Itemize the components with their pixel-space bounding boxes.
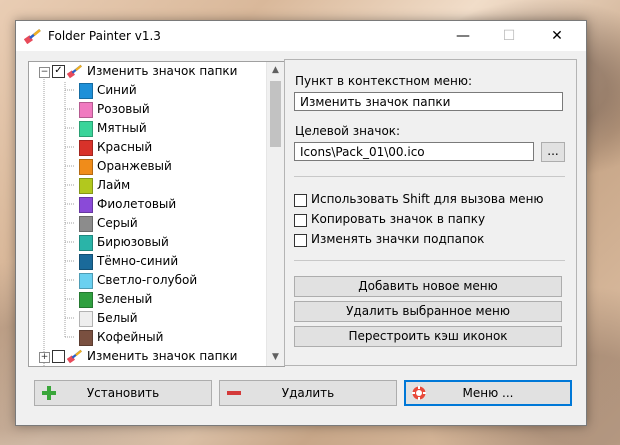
folder-color-icon (79, 273, 93, 289)
checkbox-box[interactable] (294, 234, 307, 247)
tree-item-label: Бирюзовый (97, 235, 169, 249)
close-button[interactable]: ✕ (534, 21, 580, 51)
shift-menu-checkbox[interactable]: Использовать Shift для вызова меню (294, 192, 565, 208)
tree-root-item-2[interactable]: + Изменить значок папки (29, 347, 266, 366)
subfolders-checkbox[interactable]: Изменять значки подпапок (294, 232, 565, 248)
tree-item[interactable]: Серый (29, 214, 266, 233)
checkbox-box[interactable] (294, 214, 307, 227)
collapse-icon[interactable]: − (39, 67, 50, 78)
remove-button[interactable]: Удалить (219, 380, 397, 406)
tree-item[interactable]: Кофейный (29, 328, 266, 347)
folder-color-icon (79, 235, 93, 251)
tree-item-label: Белый (97, 311, 138, 325)
expand-icon[interactable]: + (39, 352, 50, 363)
settings-panel: Пункт в контекстном меню: Изменить значо… (284, 59, 577, 366)
tree-item-label: Серый (97, 216, 138, 230)
tree-item[interactable]: Зеленый (29, 290, 266, 309)
tree-item-label: Лайм (97, 178, 131, 192)
separator (294, 176, 565, 177)
root-checkbox[interactable]: ✓ (52, 65, 65, 78)
menu-tree[interactable]: − ✓ Изменить значок папки Синий Розовый … (28, 61, 285, 367)
menu-item-input[interactable]: Изменить значок папки (294, 92, 563, 111)
tree-item[interactable]: Розовый (29, 100, 266, 119)
menu-item-label: Пункт в контекстном меню: (295, 74, 473, 88)
scrollbar-thumb[interactable] (270, 81, 281, 147)
delete-menu-button[interactable]: Удалить выбранное меню (294, 301, 562, 322)
title-bar: Folder Painter v1.3 — ☐ ✕ (16, 21, 586, 51)
tree-item-label: Кофейный (97, 330, 164, 344)
tree-scrollbar[interactable]: ▲ ▼ (266, 62, 284, 366)
main-window: Folder Painter v1.3 — ☐ ✕ − ✓ Изменить з… (15, 20, 587, 426)
tree-item[interactable]: Бирюзовый (29, 233, 266, 252)
root-checkbox-2[interactable] (52, 350, 65, 363)
folder-color-icon (79, 102, 93, 118)
folder-color-icon (79, 121, 93, 137)
browse-button[interactable]: ... (541, 142, 565, 162)
tree-item-label: Фиолетовый (97, 197, 177, 211)
checkbox-label: Использовать Shift для вызова меню (311, 192, 544, 206)
paint-brush-icon (67, 349, 82, 364)
copy-icon-checkbox[interactable]: Копировать значок в папку (294, 212, 565, 228)
folder-color-icon (79, 216, 93, 232)
folder-color-icon (79, 159, 93, 175)
menu-label: Меню ... (462, 386, 514, 400)
folder-color-icon (79, 311, 93, 327)
tree-item[interactable]: Тёмно-синий (29, 252, 266, 271)
tree-item-label: Мятный (97, 121, 147, 135)
tree-item-label: Зеленый (97, 292, 153, 306)
tree-item[interactable]: Синий (29, 81, 266, 100)
folder-color-icon (79, 292, 93, 308)
tree-root-label: Изменить значок папки (87, 64, 238, 78)
tree-item-label: Красный (97, 140, 153, 154)
maximize-button[interactable]: ☐ (486, 21, 532, 51)
tree-item[interactable]: Мятный (29, 119, 266, 138)
window-title: Folder Painter v1.3 (48, 29, 161, 43)
tree-root-item[interactable]: − ✓ Изменить значок папки (29, 62, 266, 81)
checkbox-box[interactable] (294, 194, 307, 207)
menu-button[interactable]: Меню ... (404, 380, 572, 406)
tree-item-label: Тёмно-синий (97, 254, 179, 268)
target-icon-input[interactable]: Icons\Pack_01\00.ico (294, 142, 534, 161)
paint-brush-icon (24, 29, 41, 44)
target-icon-label: Целевой значок: (295, 124, 401, 138)
tree-item[interactable]: Белый (29, 309, 266, 328)
rebuild-cache-button[interactable]: Перестроить кэш иконок (294, 326, 562, 347)
tree-item[interactable]: Оранжевый (29, 157, 266, 176)
separator (294, 260, 565, 261)
folder-color-icon (79, 178, 93, 194)
tree-item-label: Розовый (97, 102, 150, 116)
tree-item[interactable]: Лайм (29, 176, 266, 195)
tree-root-label: Изменить значок папки (87, 349, 238, 363)
checkbox-label: Изменять значки подпапок (311, 232, 485, 246)
tree-item[interactable]: Светло-голубой (29, 271, 266, 290)
minimize-button[interactable]: — (440, 21, 486, 51)
remove-label: Удалить (281, 386, 335, 400)
folder-color-icon (79, 140, 93, 156)
scroll-down-icon[interactable]: ▼ (267, 349, 284, 366)
paint-brush-icon (67, 64, 82, 79)
tree-item[interactable]: Фиолетовый (29, 195, 266, 214)
add-menu-button[interactable]: Добавить новое меню (294, 276, 562, 297)
checkbox-label: Копировать значок в папку (311, 212, 486, 226)
folder-color-icon (79, 197, 93, 213)
folder-color-icon (79, 330, 93, 346)
install-label: Установить (86, 386, 160, 400)
tree-item-label: Оранжевый (97, 159, 172, 173)
tree-item-label: Светло-голубой (97, 273, 198, 287)
folder-color-icon (79, 254, 93, 270)
scroll-up-icon[interactable]: ▲ (267, 62, 284, 79)
tree-item-label: Синий (97, 83, 137, 97)
tree-item[interactable]: Красный (29, 138, 266, 157)
install-button[interactable]: Установить (34, 380, 212, 406)
folder-color-icon (79, 83, 93, 99)
